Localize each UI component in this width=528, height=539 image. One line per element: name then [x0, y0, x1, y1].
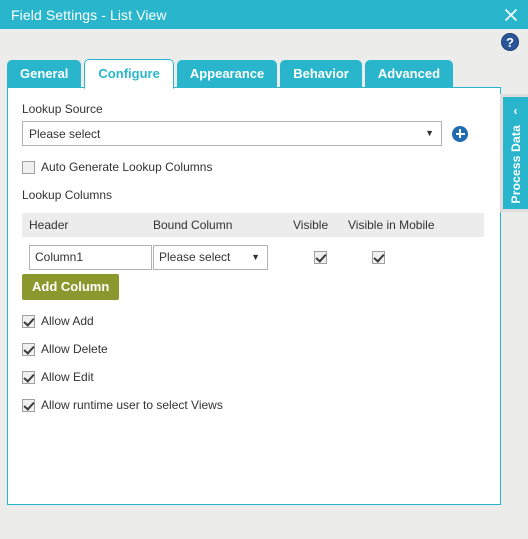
grid-header-row: Header Bound Column Visible Visible in M…: [22, 213, 484, 237]
allow-select-views-checkbox[interactable]: [22, 398, 35, 412]
grid-cell-visible: [293, 250, 348, 264]
lookup-source-row: Please select ▼: [22, 121, 486, 146]
grid-cell-visible-in-mobile: [348, 250, 458, 264]
close-button[interactable]: [494, 0, 528, 29]
lookup-source-select[interactable]: Please select ▼: [22, 121, 442, 146]
grid-cell-bound-column: Please select ▼: [153, 244, 293, 270]
grid-column-header-mobile: Visible in Mobile: [348, 218, 435, 232]
auto-generate-lookup-columns-row[interactable]: Auto Generate Lookup Columns: [22, 160, 486, 174]
allow-edit-row[interactable]: Allow Edit: [22, 370, 486, 384]
process-data-label: Process Data: [508, 125, 523, 204]
grid-column-header-visible: Visible: [293, 218, 329, 232]
grid-cell-header: [22, 244, 153, 270]
lookup-source-value: Please select: [29, 126, 101, 141]
table-row: Please select ▼: [22, 237, 484, 271]
grid-column-header-bound: Bound Column: [153, 218, 233, 232]
auto-generate-lookup-columns-checkbox[interactable]: [22, 160, 35, 174]
bound-column-value: Please select: [159, 250, 231, 264]
chevron-left-icon: ‹: [513, 104, 518, 118]
allow-select-views-label: Allow runtime user to select Views: [41, 398, 223, 412]
grid-column-header-header: Header: [29, 218, 69, 232]
lookup-columns-grid: Header Bound Column Visible Visible in M…: [22, 213, 484, 271]
visible-in-mobile-checkbox[interactable]: [372, 250, 385, 264]
dialog-title: Field Settings - List View: [11, 6, 167, 23]
tab-behavior[interactable]: Behavior: [280, 60, 362, 88]
tab-configure[interactable]: Configure: [84, 59, 174, 89]
allow-add-label: Allow Add: [41, 314, 94, 328]
visible-checkbox[interactable]: [314, 250, 327, 264]
dialog-titlebar: Field Settings - List View: [0, 0, 528, 29]
help-icon[interactable]: ?: [501, 33, 519, 51]
close-icon: [503, 7, 519, 23]
tab-advanced[interactable]: Advanced: [364, 60, 454, 88]
allow-edit-label: Allow Edit: [41, 370, 94, 384]
allow-add-row[interactable]: Allow Add: [22, 314, 486, 328]
lookup-source-label: Lookup Source: [22, 102, 103, 116]
configure-panel: Lookup Source Please select ▼ Auto Gener…: [7, 87, 501, 505]
add-lookup-source-button[interactable]: [452, 125, 468, 142]
column-header-input[interactable]: [29, 244, 152, 270]
process-data-panel-toggle[interactable]: ‹ Process Data: [500, 94, 528, 212]
tab-strip: General Configure Appearance Behavior Ad…: [7, 58, 456, 89]
bound-column-select[interactable]: Please select ▼: [153, 244, 268, 270]
tab-general[interactable]: General: [7, 60, 82, 88]
tab-appearance[interactable]: Appearance: [176, 60, 278, 88]
allow-edit-checkbox[interactable]: [22, 370, 35, 384]
permissions-list: Allow Add Allow Delete Allow Edit Allow …: [22, 314, 486, 412]
allow-delete-checkbox[interactable]: [22, 342, 35, 356]
chevron-down-icon: ▼: [251, 251, 260, 262]
lookup-columns-label: Lookup Columns: [22, 188, 113, 202]
allow-select-views-row[interactable]: Allow runtime user to select Views: [22, 398, 486, 412]
chevron-down-icon: ▼: [425, 128, 434, 138]
allow-add-checkbox[interactable]: [22, 314, 35, 328]
auto-generate-lookup-columns-label: Auto Generate Lookup Columns: [41, 160, 213, 174]
allow-delete-row[interactable]: Allow Delete: [22, 342, 486, 356]
allow-delete-label: Allow Delete: [41, 342, 108, 356]
add-column-button[interactable]: Add Column: [22, 274, 120, 300]
